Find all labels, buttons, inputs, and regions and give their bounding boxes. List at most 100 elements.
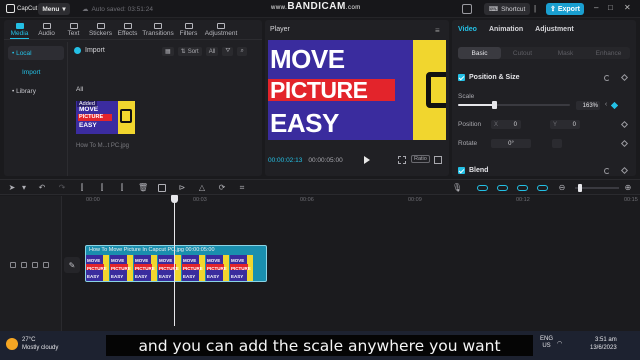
- tab-animation[interactable]: Animation: [489, 26, 523, 33]
- select-cursor-icon[interactable]: ➤: [8, 184, 16, 192]
- import-icon: [74, 47, 81, 54]
- tab-audio[interactable]: Audio: [33, 20, 60, 39]
- subtab-basic[interactable]: Basic: [458, 47, 501, 59]
- subtab-cutout[interactable]: Cutout: [501, 47, 544, 59]
- timeline-ruler[interactable]: 00:00 00:03 00:06 00:09 00:12 00:15: [86, 196, 640, 206]
- scale-slider[interactable]: [458, 101, 570, 109]
- sidebar-item-local[interactable]: • Local: [8, 46, 64, 60]
- clock[interactable]: 3:51 am 13/6/2023: [590, 336, 617, 352]
- close-button[interactable]: ✕: [624, 3, 631, 12]
- cover-edit-button[interactable]: ✎: [64, 257, 80, 273]
- magnet-icon[interactable]: [497, 185, 508, 191]
- weather-widget[interactable]: 27°C Mostly cloudy: [6, 336, 58, 352]
- sidebar-item-library[interactable]: • Library: [8, 84, 64, 98]
- chevron-down-icon[interactable]: ▾: [20, 184, 28, 192]
- zoom-slider[interactable]: [575, 184, 619, 192]
- keyframe-icon[interactable]: [620, 73, 629, 82]
- shortcut-button[interactable]: ⌨ Shortcut: [484, 3, 530, 15]
- clip-frame: MOVE PICTURE EASY: [158, 255, 182, 281]
- minimize-button[interactable]: –: [594, 3, 598, 12]
- split-left-icon[interactable]: ⫿: [98, 184, 106, 192]
- menu-button[interactable]: Menu ▾: [38, 3, 70, 15]
- more-icon[interactable]: ≡: [435, 26, 445, 36]
- ratio-button[interactable]: Ratio: [411, 155, 430, 163]
- tab-media[interactable]: Media: [6, 20, 33, 39]
- language-indicator[interactable]: ENG US: [540, 336, 553, 350]
- wifi-icon[interactable]: ◠: [557, 340, 562, 347]
- tab-video[interactable]: Video: [458, 26, 477, 33]
- media-thumbnail[interactable]: MOVE PICTURE EASY Added: [76, 101, 135, 134]
- import-button[interactable]: Import: [74, 47, 105, 54]
- subtab-enhance[interactable]: Enhance: [587, 47, 630, 59]
- play-icon[interactable]: [364, 156, 370, 164]
- checkbox-icon[interactable]: [458, 74, 465, 81]
- rotate-icon[interactable]: ⟳: [218, 184, 226, 192]
- rotate-input[interactable]: 0°: [491, 139, 531, 148]
- playhead-handle[interactable]: [171, 195, 178, 203]
- split-right-icon[interactable]: ⫿: [118, 184, 126, 192]
- blend-section[interactable]: Blend: [458, 167, 488, 174]
- tab-filters[interactable]: Filters: [175, 20, 202, 39]
- crop-icon[interactable]: ⌗: [238, 184, 246, 192]
- undo-icon[interactable]: ↶: [38, 184, 46, 192]
- tab-effects[interactable]: Effects: [114, 20, 141, 39]
- tab-adjustment[interactable]: Adjustment: [202, 20, 240, 39]
- ruler-tick: 00:06: [300, 197, 314, 203]
- zoom-out-icon[interactable]: ⊖: [558, 184, 566, 192]
- fullscreen-icon[interactable]: [434, 156, 442, 164]
- filter-dropdown[interactable]: All: [205, 47, 219, 56]
- tab-transitions[interactable]: Transitions: [141, 20, 175, 39]
- track-icon[interactable]: [10, 262, 16, 268]
- reset-icon[interactable]: [604, 75, 610, 81]
- subtab-mask[interactable]: Mask: [544, 47, 587, 59]
- sort-button[interactable]: ⇅ Sort: [177, 47, 202, 56]
- audio-icon[interactable]: [43, 262, 49, 268]
- lock-icon[interactable]: [21, 262, 27, 268]
- zoom-slider-handle[interactable]: [578, 184, 582, 192]
- tab-adjustment[interactable]: Adjustment: [535, 26, 574, 33]
- capcut-logo-icon: [6, 4, 15, 13]
- delete-icon[interactable]: 🗑: [138, 184, 148, 192]
- keyframe-icon[interactable]: [620, 166, 629, 175]
- playhead[interactable]: [174, 196, 175, 326]
- divider: [67, 42, 68, 176]
- keyframe-icon[interactable]: [620, 120, 629, 129]
- search-icon[interactable]: ⌕: [237, 47, 247, 56]
- link-icon[interactable]: [477, 185, 488, 191]
- video-clip[interactable]: How To Move Picture In Capcut PC.jpg 00:…: [85, 245, 267, 282]
- keyframe-icon[interactable]: [620, 139, 629, 148]
- triangle-icon[interactable]: △: [198, 184, 206, 192]
- eye-icon[interactable]: [32, 262, 38, 268]
- preview-axis-icon[interactable]: [537, 185, 548, 191]
- filter-icon[interactable]: ⛛: [222, 47, 234, 56]
- redo-icon[interactable]: ↷: [58, 184, 66, 192]
- tab-stickers[interactable]: Stickers: [87, 20, 114, 39]
- thumb-line-2: PICTURE: [79, 114, 104, 120]
- reset-icon[interactable]: [604, 168, 610, 174]
- export-button[interactable]: ⇪ Export: [546, 3, 584, 15]
- link-clips-icon[interactable]: [517, 185, 528, 191]
- scale-slider-handle[interactable]: [491, 101, 497, 109]
- layout-icon[interactable]: [462, 4, 472, 14]
- position-x-input[interactable]: X 0: [491, 120, 521, 129]
- scale-input[interactable]: 163%: [576, 101, 600, 110]
- grid-view-button[interactable]: ▦: [162, 47, 174, 56]
- chevron-left-icon[interactable]: ‹: [602, 101, 610, 109]
- player-title: Player: [270, 26, 290, 33]
- tab-text[interactable]: Text: [60, 20, 87, 39]
- checkbox-icon[interactable]: [458, 167, 465, 174]
- frame-text: MOVE: [207, 258, 221, 263]
- freeze-icon[interactable]: [158, 184, 166, 192]
- mirror-icon[interactable]: ⊳: [178, 184, 186, 192]
- position-size-section[interactable]: Position & Size: [458, 74, 520, 81]
- rotate-button[interactable]: [552, 139, 562, 148]
- sidebar-item-import[interactable]: Import: [8, 65, 64, 79]
- maximize-button[interactable]: □: [608, 3, 613, 12]
- keyframe-icon[interactable]: [610, 101, 619, 110]
- zoom-in-icon[interactable]: ⊕: [624, 184, 632, 192]
- video-preview[interactable]: MOVE PICTURE EASY: [268, 40, 446, 140]
- position-y-input[interactable]: Y 0: [550, 120, 580, 129]
- microphone-icon[interactable]: 🎙: [452, 184, 462, 192]
- crop-icon[interactable]: [398, 156, 406, 164]
- split-icon[interactable]: ⫿: [78, 184, 86, 192]
